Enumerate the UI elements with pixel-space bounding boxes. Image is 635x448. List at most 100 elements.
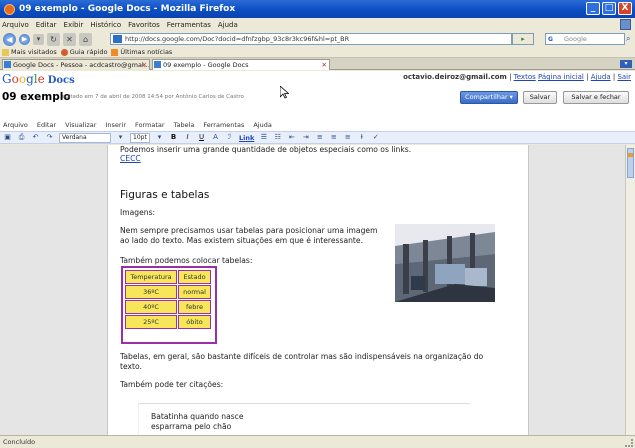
maximize-button[interactable]: □	[602, 2, 616, 15]
table-header-cell[interactable]: Estado	[178, 270, 211, 284]
docs-menu-ferramentas[interactable]: Ferramentas	[203, 121, 244, 129]
tab-09-exemplo[interactable]: 09 exemplo - Google Docs ✕	[152, 59, 330, 70]
docs-favicon-icon	[4, 61, 11, 68]
italic-button[interactable]: I	[183, 133, 192, 142]
font-size-select[interactable]: 10pt	[130, 132, 150, 143]
go-icon[interactable]: ▸	[512, 33, 534, 45]
clear-format-icon[interactable]: Ɨ	[357, 133, 366, 142]
docs-menu-ajuda[interactable]: Ajuda	[253, 121, 271, 129]
docs-menu-tabela[interactable]: Tabela	[174, 121, 195, 129]
docs-menu-arquivo[interactable]: Arquivo	[3, 121, 28, 129]
reload-icon[interactable]: ↻	[47, 32, 60, 46]
resize-grip-icon[interactable]	[625, 439, 633, 447]
highlight-button[interactable]: ℐ	[225, 133, 234, 142]
table-header-cell[interactable]: Temperatura	[125, 270, 177, 284]
table-row: 25ºC óbito	[125, 315, 211, 329]
home-icon[interactable]: ⌂	[79, 32, 92, 46]
save-and-close-button[interactable]: Salvar e fechar	[563, 91, 629, 104]
firefox-icon	[4, 3, 15, 15]
table-cell[interactable]: 40ºC	[125, 300, 177, 314]
tab-close-icon[interactable]: ✕	[142, 60, 147, 70]
indent-icon[interactable]: ⇥	[301, 133, 310, 142]
bookmark-star-icon	[60, 48, 68, 56]
text-imagens: Imagens:	[120, 208, 156, 217]
docs-menu-formatar[interactable]: Formatar	[135, 121, 165, 129]
quote-line-2: esparrama pelo chão	[151, 422, 232, 431]
save-button[interactable]: Salvar	[523, 91, 557, 104]
undo-icon[interactable]: ↶	[31, 133, 40, 142]
align-left-icon[interactable]: ≡	[315, 133, 324, 142]
menu-ferramentas[interactable]: Ferramentas	[167, 21, 211, 29]
docs-menu-inserir[interactable]: Inserir	[105, 121, 126, 129]
align-center-icon[interactable]: ≡	[329, 133, 338, 142]
data-table[interactable]: Temperatura Estado 36ºC normal 40ºC febr…	[121, 266, 217, 344]
print-icon[interactable]: ⎙	[17, 133, 26, 142]
chevron-down-icon[interactable]: ▾	[155, 133, 164, 142]
link-button[interactable]: Link	[239, 134, 254, 142]
outdent-icon[interactable]: ⇤	[287, 133, 296, 142]
vertical-scrollbar[interactable]	[625, 145, 635, 435]
docs-menu-visualizar[interactable]: Visualizar	[65, 121, 96, 129]
bold-button[interactable]: B	[169, 133, 178, 142]
search-input[interactable]: G Google	[545, 33, 625, 45]
document-page[interactable]: Podemos inserir uma grande quantidade de…	[107, 145, 529, 435]
share-button[interactable]: Compartilhar ▾	[460, 91, 518, 104]
link-ajuda[interactable]: Ajuda	[591, 73, 611, 81]
tab-list-icon[interactable]: ▾	[620, 60, 632, 68]
scroll-marker-icon	[628, 153, 633, 157]
table-cell[interactable]: óbito	[178, 315, 211, 329]
align-right-icon[interactable]: ≡	[343, 133, 352, 142]
menu-exibir[interactable]: Exibir	[64, 21, 84, 29]
browser-menubar: Arquivo Editar Exibir Histórico Favorito…	[0, 18, 635, 31]
font-select[interactable]: Verdana	[59, 132, 111, 143]
user-links: octavio.deiroz@gmail.com | Textos Página…	[403, 73, 631, 81]
link-textos[interactable]: Textos	[514, 73, 536, 81]
google-docs-logo[interactable]: Google Docs	[2, 72, 75, 86]
menu-editar[interactable]: Editar	[36, 21, 57, 29]
url-input[interactable]: http://docs.google.com/Doc?docid=dfnfzgb…	[110, 33, 512, 45]
underline-button[interactable]: U	[197, 133, 206, 142]
tab-close-icon[interactable]: ✕	[322, 60, 327, 70]
chevron-down-icon[interactable]: ▾	[116, 133, 125, 142]
menu-arquivo[interactable]: Arquivo	[2, 21, 29, 29]
forward-icon[interactable]: ▶	[19, 33, 30, 45]
stop-icon[interactable]: ✕	[63, 32, 76, 46]
text-para1-line2: ao lado do texto. Mas existem situações …	[120, 236, 363, 245]
link-sair[interactable]: Sair	[617, 73, 631, 81]
save-icon[interactable]: ▣	[3, 133, 12, 142]
bookmark-mais-visitados[interactable]: Mais visitados	[2, 48, 57, 56]
table-cell[interactable]: 25ºC	[125, 315, 177, 329]
bookmark-guia-rapido[interactable]: Guia rápido	[60, 48, 108, 56]
table-row: 36ºC normal	[125, 285, 211, 299]
back-icon[interactable]: ◀	[3, 32, 16, 46]
redo-icon[interactable]: ↷	[45, 133, 54, 142]
document-photo[interactable]	[395, 224, 495, 302]
menu-ajuda[interactable]: Ajuda	[218, 21, 238, 29]
menu-historico[interactable]: Histórico	[90, 21, 121, 29]
table-cell[interactable]: normal	[178, 285, 211, 299]
link-pagina-inicial[interactable]: Página inicial	[538, 73, 584, 81]
bookmark-ultimas-noticias[interactable]: Últimas notícias	[111, 48, 172, 56]
bookmark-label: Guia rápido	[69, 48, 108, 56]
magnifier-icon[interactable]: ⌕	[626, 34, 634, 44]
table-cell[interactable]: 36ºC	[125, 285, 177, 299]
text-tabelas: Também podemos colocar tabelas:	[120, 256, 253, 265]
numbered-list-icon[interactable]: ☰	[259, 133, 268, 142]
docs-menu-editar[interactable]: Editar	[37, 121, 56, 129]
editor-workspace: Podemos inserir uma grande quantidade de…	[0, 145, 625, 435]
spellcheck-icon[interactable]: ✓	[371, 133, 380, 142]
text-citacoes: Também pode ter citações:	[120, 380, 224, 389]
close-button[interactable]: X	[618, 2, 632, 15]
text-color-button[interactable]: A	[211, 133, 220, 142]
table-cell[interactable]: febre	[178, 300, 211, 314]
tab-google-docs-home[interactable]: Google Docs - Pessoa - acdcastro@gmai...…	[2, 59, 150, 70]
link-cecc[interactable]: CECC	[120, 154, 141, 164]
dropdown-icon[interactable]: ▾	[33, 33, 44, 45]
bulleted-list-icon[interactable]: ☷	[273, 133, 282, 142]
quote-block[interactable]: Batatinha quando nasce esparrama pelo ch…	[138, 403, 470, 435]
minimize-button[interactable]: _	[586, 2, 600, 15]
document-title[interactable]: 09 exemplo	[2, 91, 71, 103]
menu-favoritos[interactable]: Favoritos	[128, 21, 160, 29]
rss-icon	[111, 48, 119, 56]
docs-menubar: Arquivo Editar Visualizar Inserir Format…	[0, 119, 635, 131]
